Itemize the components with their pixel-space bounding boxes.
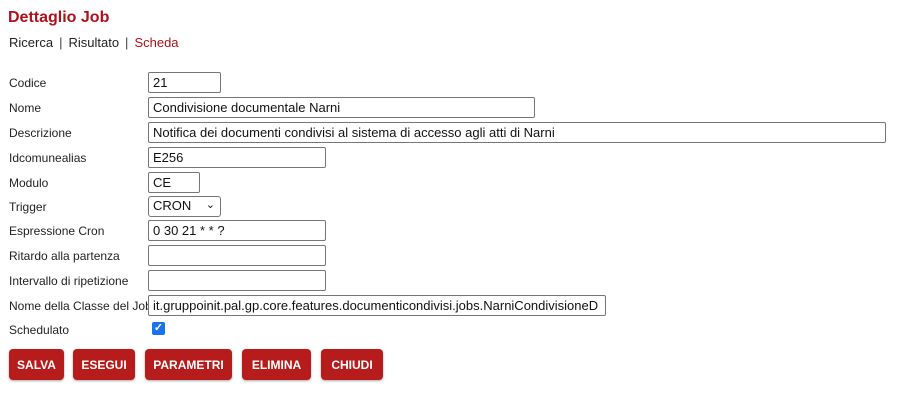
breadcrumb: Ricerca | Risultato | Scheda: [9, 35, 179, 50]
chiudi-button[interactable]: CHIUDI: [321, 349, 383, 380]
breadcrumb-scheda-current: Scheda: [134, 35, 179, 50]
espressione-cron-row: Espressione Cron: [9, 220, 889, 242]
descrizione-row: Descrizione: [9, 122, 889, 144]
modulo-field[interactable]: [148, 172, 200, 193]
breadcrumb-separator: |: [125, 35, 129, 50]
schedulato-label: Schedulato: [9, 323, 70, 337]
idcomunealias-field[interactable]: [148, 147, 326, 168]
ritardo-row: Ritardo alla partenza: [9, 245, 889, 267]
trigger-select[interactable]: CRON ⌄: [148, 196, 221, 217]
modulo-label: Modulo: [9, 176, 49, 190]
codice-field[interactable]: [148, 72, 221, 93]
espressione-cron-field[interactable]: [148, 220, 326, 241]
checkmark-icon: ✓: [153, 322, 164, 334]
descrizione-label: Descrizione: [9, 126, 72, 140]
breadcrumb-risultato-link[interactable]: Risultato: [68, 35, 119, 50]
ritardo-field[interactable]: [148, 245, 326, 266]
parametri-button[interactable]: PARAMETRI: [145, 349, 232, 380]
elimina-button[interactable]: ELIMINA: [242, 349, 311, 380]
page-title: Dettaglio Job: [8, 9, 110, 26]
idcomunealias-row: Idcomunealias: [9, 147, 889, 169]
intervallo-field[interactable]: [148, 270, 326, 291]
trigger-selected-value: CRON: [153, 198, 192, 213]
modulo-row: Modulo: [9, 172, 889, 194]
classe-row: Nome della Classe del Job: [9, 295, 889, 317]
classe-label: Nome della Classe del Job: [9, 299, 152, 313]
nome-row: Nome: [9, 97, 889, 119]
breadcrumb-separator: |: [59, 35, 63, 50]
trigger-label: Trigger: [9, 200, 47, 214]
codice-label: Codice: [9, 76, 47, 90]
idcomunealias-label: Idcomunealias: [9, 151, 87, 165]
chevron-down-icon: ⌄: [205, 199, 215, 211]
schedulato-checkbox[interactable]: ✓: [152, 322, 165, 335]
breadcrumb-ricerca-link[interactable]: Ricerca: [9, 35, 53, 50]
nome-field[interactable]: [148, 97, 535, 118]
intervallo-label: Intervallo di ripetizione: [9, 274, 129, 288]
espressione-cron-label: Espressione Cron: [9, 224, 105, 238]
classe-field[interactable]: [148, 295, 606, 316]
nome-label: Nome: [9, 101, 42, 115]
intervallo-row: Intervallo di ripetizione: [9, 270, 889, 292]
salva-button[interactable]: SALVA: [9, 349, 64, 380]
descrizione-field[interactable]: [148, 122, 886, 143]
ritardo-label: Ritardo alla partenza: [9, 249, 120, 263]
esegui-button[interactable]: ESEGUI: [73, 349, 135, 380]
schedulato-row: Schedulato ✓: [9, 319, 889, 341]
codice-row: Codice: [9, 72, 889, 94]
trigger-row: Trigger CRON ⌄: [9, 196, 889, 218]
